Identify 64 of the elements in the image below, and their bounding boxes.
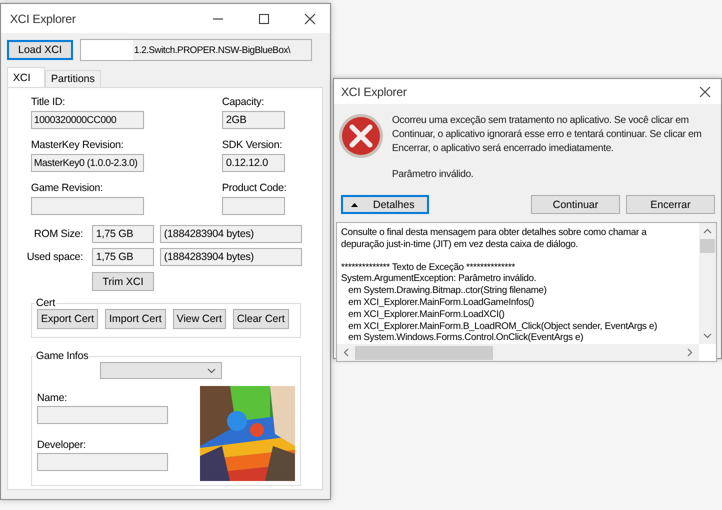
text-field[interactable] — [37, 406, 168, 424]
field-label: Capacity: — [222, 96, 265, 108]
group-title: Cert — [35, 297, 56, 309]
text-field[interactable]: 1,75 GB — [92, 248, 154, 266]
scrollbar-thumb[interactable] — [700, 239, 715, 253]
scroll-left-icon[interactable] — [343, 348, 349, 357]
tab[interactable]: Partitions — [45, 70, 101, 87]
window-title: XCI Explorer — [10, 12, 76, 26]
field-label: Product Code: — [222, 182, 287, 194]
dialog-button[interactable]: Encerrar — [626, 195, 715, 214]
field-label: ROM Size: — [33, 228, 83, 240]
text-field[interactable]: 1,75 GB — [92, 225, 154, 243]
scrollbar-thumb[interactable] — [355, 346, 493, 360]
details-line: em System.Drawing.Bitmap..ctor(String filename) — [347, 285, 547, 297]
horizontal-scrollbar[interactable] — [337, 344, 699, 361]
details-line: depuração just-in-time (JIT) em vez desta caixa de diálogo. — [341, 238, 578, 251]
maximize-icon[interactable] — [258, 12, 270, 24]
details-button[interactable]: Detalhes — [341, 195, 429, 214]
details-line: ************** Texto de Exceção ************** — [341, 262, 515, 274]
error-detail: Parâmetro inválido. — [392, 168, 474, 182]
text-field[interactable]: MasterKey0 (1.0.0-2.3.0) — [31, 154, 144, 172]
field-label: Title ID: — [31, 96, 66, 108]
field-label: MasterKey Revision: — [31, 139, 124, 151]
details-line: em XCI_Explorer.MainForm.B_LoadROM_Click(Object sender, EventArgs e) — [347, 320, 658, 332]
close-icon[interactable] — [304, 12, 316, 24]
cert-button[interactable]: View Cert — [172, 309, 226, 329]
cert-button[interactable]: Import Cert — [105, 309, 166, 329]
window-title: XCI Explorer — [341, 84, 407, 98]
field-label: Name: — [37, 392, 68, 404]
dialog-button[interactable]: Continuar — [531, 195, 620, 214]
chevron-down-icon — [207, 368, 216, 374]
cert-button[interactable]: Clear Cert — [232, 309, 289, 329]
trim-xci-button[interactable]: Trim XCI — [92, 272, 154, 291]
text-field[interactable]: 1000320000CC000 — [31, 111, 144, 129]
path-field[interactable]: 1.2.Switch.PROPER.NSW-BigBlueBox\ — [80, 39, 312, 61]
field-label: SDK Version: — [222, 139, 284, 151]
triangle-up-icon — [351, 202, 358, 206]
details-line: System.ArgumentException: Parâmetro inválido. — [341, 273, 536, 286]
text-field[interactable]: (1884283904 bytes) — [160, 248, 302, 266]
text-field[interactable]: 2GB — [222, 111, 285, 129]
field-label: Used space: — [26, 251, 83, 263]
scroll-up-icon[interactable] — [703, 228, 712, 234]
close-icon[interactable] — [699, 86, 711, 98]
text-field[interactable]: 0.12.12.0 — [222, 154, 285, 172]
load-xci-button[interactable]: Load XCI — [7, 40, 73, 60]
group-title: Game Infos — [35, 350, 90, 362]
text-field[interactable] — [222, 197, 285, 215]
details-line: em XCI_Explorer.MainForm.LoadGameInfos() — [347, 296, 534, 309]
error-message: Ocorreu uma exceção sem tratamento no aplicativo. Se você clicar em Continuar, o aplicativo ignorará esse erro e tentará continuar. Se clicar em Encerrar, o aplicativo será encerrado imediatamente. — [392, 114, 703, 156]
details-line: em System.Windows.Forms.Control.OnClick(EventArgs e) — [347, 332, 584, 344]
text-field[interactable] — [37, 453, 168, 471]
dropdown[interactable] — [100, 362, 222, 379]
scroll-down-icon[interactable] — [703, 333, 712, 339]
tab[interactable]: XCI — [7, 67, 45, 87]
field-label: Game Revision: — [31, 182, 104, 194]
scroll-right-icon[interactable] — [687, 348, 693, 357]
details-line: em XCI_Explorer.MainForm.LoadXCI() — [347, 308, 504, 321]
text-field[interactable] — [31, 197, 144, 215]
details-line: Consulte o final desta mensagem para obter detalhes sobre como chamar a — [341, 227, 646, 239]
field-label: Developer: — [37, 439, 87, 451]
vertical-scrollbar[interactable] — [699, 223, 716, 344]
error-icon — [338, 113, 384, 159]
cert-button[interactable]: Export Cert — [37, 309, 98, 329]
text-field[interactable]: (1884283904 bytes) — [160, 225, 302, 243]
